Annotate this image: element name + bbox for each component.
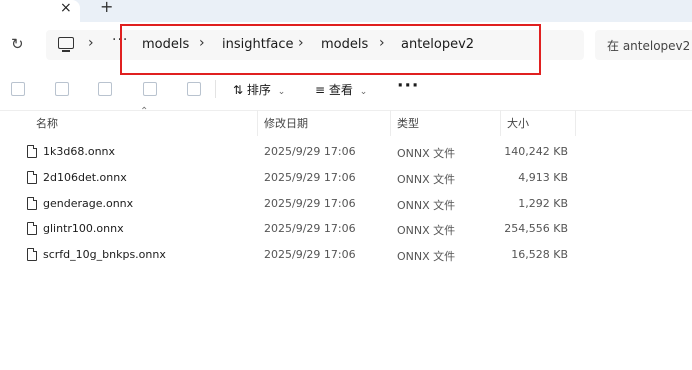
- chevron-down-icon: ⌄: [359, 87, 368, 97]
- file-name: 1k3d68.onnx: [43, 145, 116, 158]
- paste-icon[interactable]: [55, 82, 69, 96]
- file-icon: [27, 145, 37, 158]
- file-row[interactable]: glintr100.onnx 2025/9/29 17:06 ONNX 文件 2…: [0, 217, 692, 243]
- view-button[interactable]: ≡ 查看 ⌄: [315, 81, 367, 98]
- search-placeholder: 在 antelopev2 中: [607, 39, 692, 53]
- tab-active[interactable]: ×: [0, 0, 80, 22]
- file-icon: [27, 171, 37, 184]
- close-tab-icon[interactable]: ×: [60, 0, 72, 16]
- file-modified: 2025/9/29 17:06: [264, 248, 356, 261]
- this-pc-icon[interactable]: [58, 37, 74, 52]
- file-name: 2d106det.onnx: [43, 171, 127, 184]
- share-icon[interactable]: [143, 82, 157, 96]
- file-modified: 2025/9/29 17:06: [264, 171, 356, 184]
- rename-icon[interactable]: [98, 82, 112, 96]
- sort-icon: ⇅: [233, 83, 244, 97]
- file-modified: 2025/9/29 17:06: [264, 222, 356, 235]
- column-modified[interactable]: 修改日期: [264, 115, 308, 131]
- file-size: 16,528 KB: [511, 248, 568, 261]
- copy-icon[interactable]: [11, 82, 25, 96]
- file-name: genderage.onnx: [43, 197, 134, 210]
- file-type: ONNX 文件: [397, 250, 456, 263]
- column-size[interactable]: 大小: [507, 115, 529, 131]
- file-icon: [27, 248, 37, 261]
- sort-button[interactable]: ⇅ 排序 ⌄: [233, 81, 285, 98]
- column-divider[interactable]: [390, 110, 391, 136]
- view-label: 查看: [328, 83, 353, 97]
- toolbar-divider: [215, 80, 216, 98]
- column-divider[interactable]: [575, 110, 576, 136]
- delete-icon[interactable]: [187, 82, 201, 96]
- file-icon: [27, 222, 37, 235]
- file-type: ONNX 文件: [397, 173, 456, 186]
- sort-ascending-icon: ⌃: [140, 106, 149, 117]
- file-name: scrfd_10g_bnkps.onnx: [43, 248, 166, 261]
- sort-label: 排序: [246, 83, 271, 97]
- file-row[interactable]: genderage.onnx 2025/9/29 17:06 ONNX 文件 1…: [0, 192, 692, 218]
- file-modified: 2025/9/29 17:06: [264, 197, 356, 210]
- file-type: ONNX 文件: [397, 199, 456, 212]
- column-type[interactable]: 类型: [397, 115, 419, 131]
- file-type: ONNX 文件: [397, 147, 456, 160]
- file-size: 1,292 KB: [518, 197, 568, 210]
- file-size: 4,913 KB: [518, 171, 568, 184]
- view-icon: ≡: [315, 83, 326, 97]
- column-header: ⌃ 名称 修改日期 类型 大小: [0, 106, 692, 136]
- search-input[interactable]: 在 antelopev2 中: [595, 30, 692, 60]
- file-icon: [27, 197, 37, 210]
- tab-strip: × +: [0, 0, 692, 22]
- chevron-down-icon: ⌄: [277, 87, 286, 97]
- file-row[interactable]: scrfd_10g_bnkps.onnx 2025/9/29 17:06 ONN…: [0, 243, 692, 269]
- column-divider[interactable]: [257, 110, 258, 136]
- file-size: 254,556 KB: [504, 222, 568, 235]
- new-tab-icon[interactable]: +: [100, 0, 113, 16]
- file-modified: 2025/9/29 17:06: [264, 145, 356, 158]
- chevron-right-icon[interactable]: ›: [88, 35, 94, 51]
- file-type: ONNX 文件: [397, 224, 456, 237]
- file-size: 140,242 KB: [504, 145, 568, 158]
- file-name: glintr100.onnx: [43, 222, 124, 235]
- file-row[interactable]: 1k3d68.onnx 2025/9/29 17:06 ONNX 文件 140,…: [0, 140, 692, 166]
- column-name[interactable]: 名称: [36, 115, 58, 131]
- column-divider[interactable]: [500, 110, 501, 136]
- file-row[interactable]: 2d106det.onnx 2025/9/29 17:06 ONNX 文件 4,…: [0, 166, 692, 192]
- refresh-icon[interactable]: ↻: [11, 35, 24, 53]
- more-options-button[interactable]: ···: [397, 76, 419, 96]
- command-bar: ⇅ 排序 ⌄ ≡ 查看 ⌄ ···: [0, 68, 692, 111]
